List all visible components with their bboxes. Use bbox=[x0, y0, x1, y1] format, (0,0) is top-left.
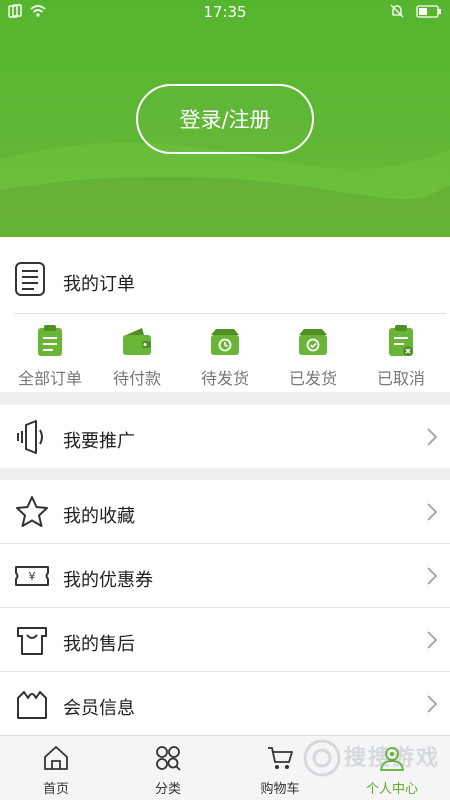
order-list-icon bbox=[15, 262, 45, 296]
tab-home[interactable]: 首页 bbox=[0, 736, 112, 800]
order-shipped-label: 已发货 bbox=[288, 369, 337, 388]
battery-icon bbox=[416, 4, 441, 18]
chevron-right-icon bbox=[427, 695, 438, 713]
category-icon bbox=[156, 746, 181, 771]
coupon-icon: ¥ bbox=[15, 566, 49, 586]
order-pending-payment-label: 待付款 bbox=[112, 369, 161, 388]
login-register-label: 登录/注册 bbox=[179, 108, 271, 132]
status-bar: 17:35 bbox=[0, 0, 450, 24]
login-register-button[interactable]: 登录/注册 bbox=[136, 84, 314, 154]
broadcast-icon bbox=[17, 420, 43, 454]
order-cancelled-label: 已取消 bbox=[376, 369, 425, 388]
chevron-right-icon bbox=[427, 428, 438, 446]
my-orders-title: 我的订单 bbox=[63, 274, 135, 295]
menu-coupons-label: 我的优惠券 bbox=[63, 570, 153, 591]
wallet-icon bbox=[123, 328, 151, 355]
home-icon bbox=[44, 746, 68, 770]
my-orders-card: 我的订单 全部订单 待付款 待发货 已发货 已取消 bbox=[0, 237, 450, 392]
watermark-logo-icon bbox=[303, 739, 341, 777]
box-clock-icon bbox=[211, 329, 239, 355]
watermark: 搜搜游戏 bbox=[300, 736, 448, 784]
clock: 17:35 bbox=[203, 3, 247, 21]
menu-promote-label: 我要推广 bbox=[63, 431, 135, 452]
order-pending-shipment-button[interactable]: 待发货 bbox=[180, 325, 270, 388]
cart-icon bbox=[268, 747, 293, 769]
mute-bell-icon bbox=[390, 4, 404, 18]
order-pending-payment-button[interactable]: 待付款 bbox=[92, 325, 182, 388]
my-orders-header[interactable]: 我的订单 bbox=[0, 237, 450, 313]
chevron-right-icon bbox=[427, 631, 438, 649]
menu-member-info[interactable]: 会员信息 bbox=[0, 672, 450, 735]
tab-category[interactable]: 分类 bbox=[112, 736, 224, 800]
order-cancelled-button[interactable]: 已取消 bbox=[356, 325, 446, 388]
star-icon bbox=[16, 496, 48, 527]
chevron-right-icon bbox=[427, 503, 438, 521]
clipboard-cancel-icon bbox=[389, 325, 413, 356]
menu-favorites[interactable]: 我的收藏 bbox=[0, 480, 450, 543]
menu-after-sales-label: 我的售后 bbox=[63, 634, 135, 655]
menu-after-sales[interactable]: 我的售后 bbox=[0, 608, 450, 671]
profile-header: 17:35 登录/注册 bbox=[0, 0, 450, 237]
order-pending-shipment-label: 待发货 bbox=[200, 369, 249, 388]
after-sales-icon bbox=[17, 627, 47, 655]
menu-coupons[interactable]: ¥ 我的优惠券 bbox=[0, 544, 450, 607]
order-shipped-button[interactable]: 已发货 bbox=[268, 325, 358, 388]
clipboard-icon bbox=[38, 325, 62, 356]
svg-text:¥: ¥ bbox=[29, 570, 36, 583]
shopping-bag-icon bbox=[17, 691, 47, 719]
watermark-text: 搜搜游戏 bbox=[344, 746, 441, 771]
order-all-label: 全部订单 bbox=[17, 369, 82, 388]
order-all-button[interactable]: 全部订单 bbox=[5, 325, 95, 388]
tab-category-label: 分类 bbox=[154, 782, 181, 797]
menu-promote[interactable]: 我要推广 bbox=[0, 405, 450, 468]
tab-home-label: 首页 bbox=[42, 782, 69, 797]
chevron-right-icon bbox=[427, 567, 438, 585]
box-check-icon bbox=[299, 329, 327, 355]
menu-favorites-label: 我的收藏 bbox=[63, 506, 135, 527]
divider bbox=[14, 313, 446, 314]
menu-member-info-label: 会员信息 bbox=[63, 698, 135, 719]
